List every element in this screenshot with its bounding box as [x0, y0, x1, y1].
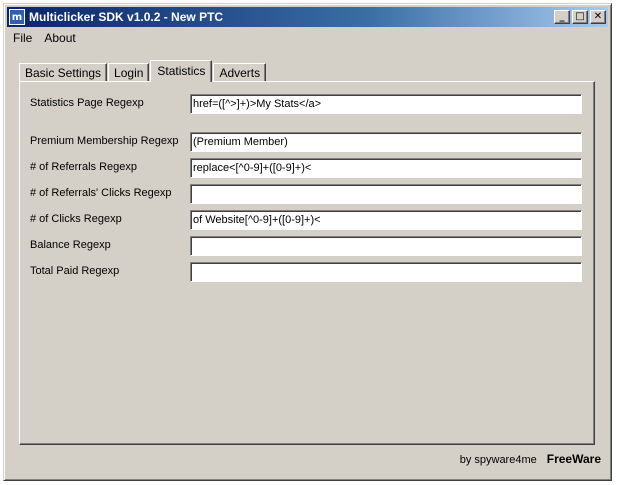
- statistics-page-regexp-label: Statistics Page Regexp: [30, 97, 144, 109]
- tab-basic-settings[interactable]: Basic Settings: [19, 63, 108, 82]
- close-button[interactable]: ✕: [590, 10, 606, 24]
- total-paid-regexp-label: Total Paid Regexp: [30, 265, 120, 277]
- maximize-button[interactable]: □: [572, 10, 588, 24]
- app-icon: m: [9, 9, 25, 25]
- total-paid-regexp-input[interactable]: [190, 262, 582, 282]
- license-text: FreeWare: [546, 452, 601, 466]
- referrals-clicks-regexp-label: # of Referrals' Clicks Regexp: [30, 187, 172, 199]
- minimize-button[interactable]: _: [554, 10, 570, 24]
- credit-text: by spyware4me: [459, 454, 537, 466]
- field-row: Balance Regexp: [30, 236, 582, 256]
- menu-about[interactable]: About: [38, 31, 81, 45]
- field-row: Total Paid Regexp: [30, 262, 582, 282]
- tab-adverts[interactable]: Adverts: [213, 63, 267, 82]
- field-row: # of Referrals Regexp replace<[^0-9]+([0…: [30, 158, 582, 178]
- tab-statistics[interactable]: Statistics: [150, 60, 213, 82]
- field-row: # of Clicks Regexp of Website[^0-9]+([0-…: [30, 210, 582, 230]
- menu-file[interactable]: File: [7, 31, 38, 45]
- tab-login[interactable]: Login: [108, 63, 150, 82]
- field-row: Premium Membership Regexp (Premium Membe…: [30, 132, 582, 152]
- premium-membership-regexp-input[interactable]: (Premium Member): [190, 132, 582, 152]
- balance-regexp-input[interactable]: [190, 236, 582, 256]
- window-title: Multiclicker SDK v1.0.2 - New PTC: [29, 10, 224, 24]
- clicks-regexp-label: # of Clicks Regexp: [30, 213, 122, 225]
- referrals-clicks-regexp-input[interactable]: [190, 184, 582, 204]
- footer: by spyware4me FreeWare: [460, 452, 601, 466]
- tab-strip: Basic Settings Login Statistics Adverts: [19, 60, 267, 82]
- title-bar[interactable]: m Multiclicker SDK v1.0.2 - New PTC _ □ …: [7, 7, 608, 27]
- menu-bar: File About: [7, 29, 608, 47]
- clicks-regexp-input[interactable]: of Website[^0-9]+([0-9]+)<: [190, 210, 582, 230]
- statistics-panel: Statistics Page Regexp href=([^>]+)>My S…: [19, 81, 595, 445]
- balance-regexp-label: Balance Regexp: [30, 239, 111, 251]
- statistics-page-regexp-input[interactable]: href=([^>]+)>My Stats</a>: [190, 94, 582, 114]
- field-row: # of Referrals' Clicks Regexp: [30, 184, 582, 204]
- referrals-regexp-label: # of Referrals Regexp: [30, 161, 137, 173]
- premium-membership-regexp-label: Premium Membership Regexp: [30, 135, 179, 147]
- field-row: Statistics Page Regexp href=([^>]+)>My S…: [30, 94, 582, 114]
- referrals-regexp-input[interactable]: replace<[^0-9]+([0-9]+)<: [190, 158, 582, 178]
